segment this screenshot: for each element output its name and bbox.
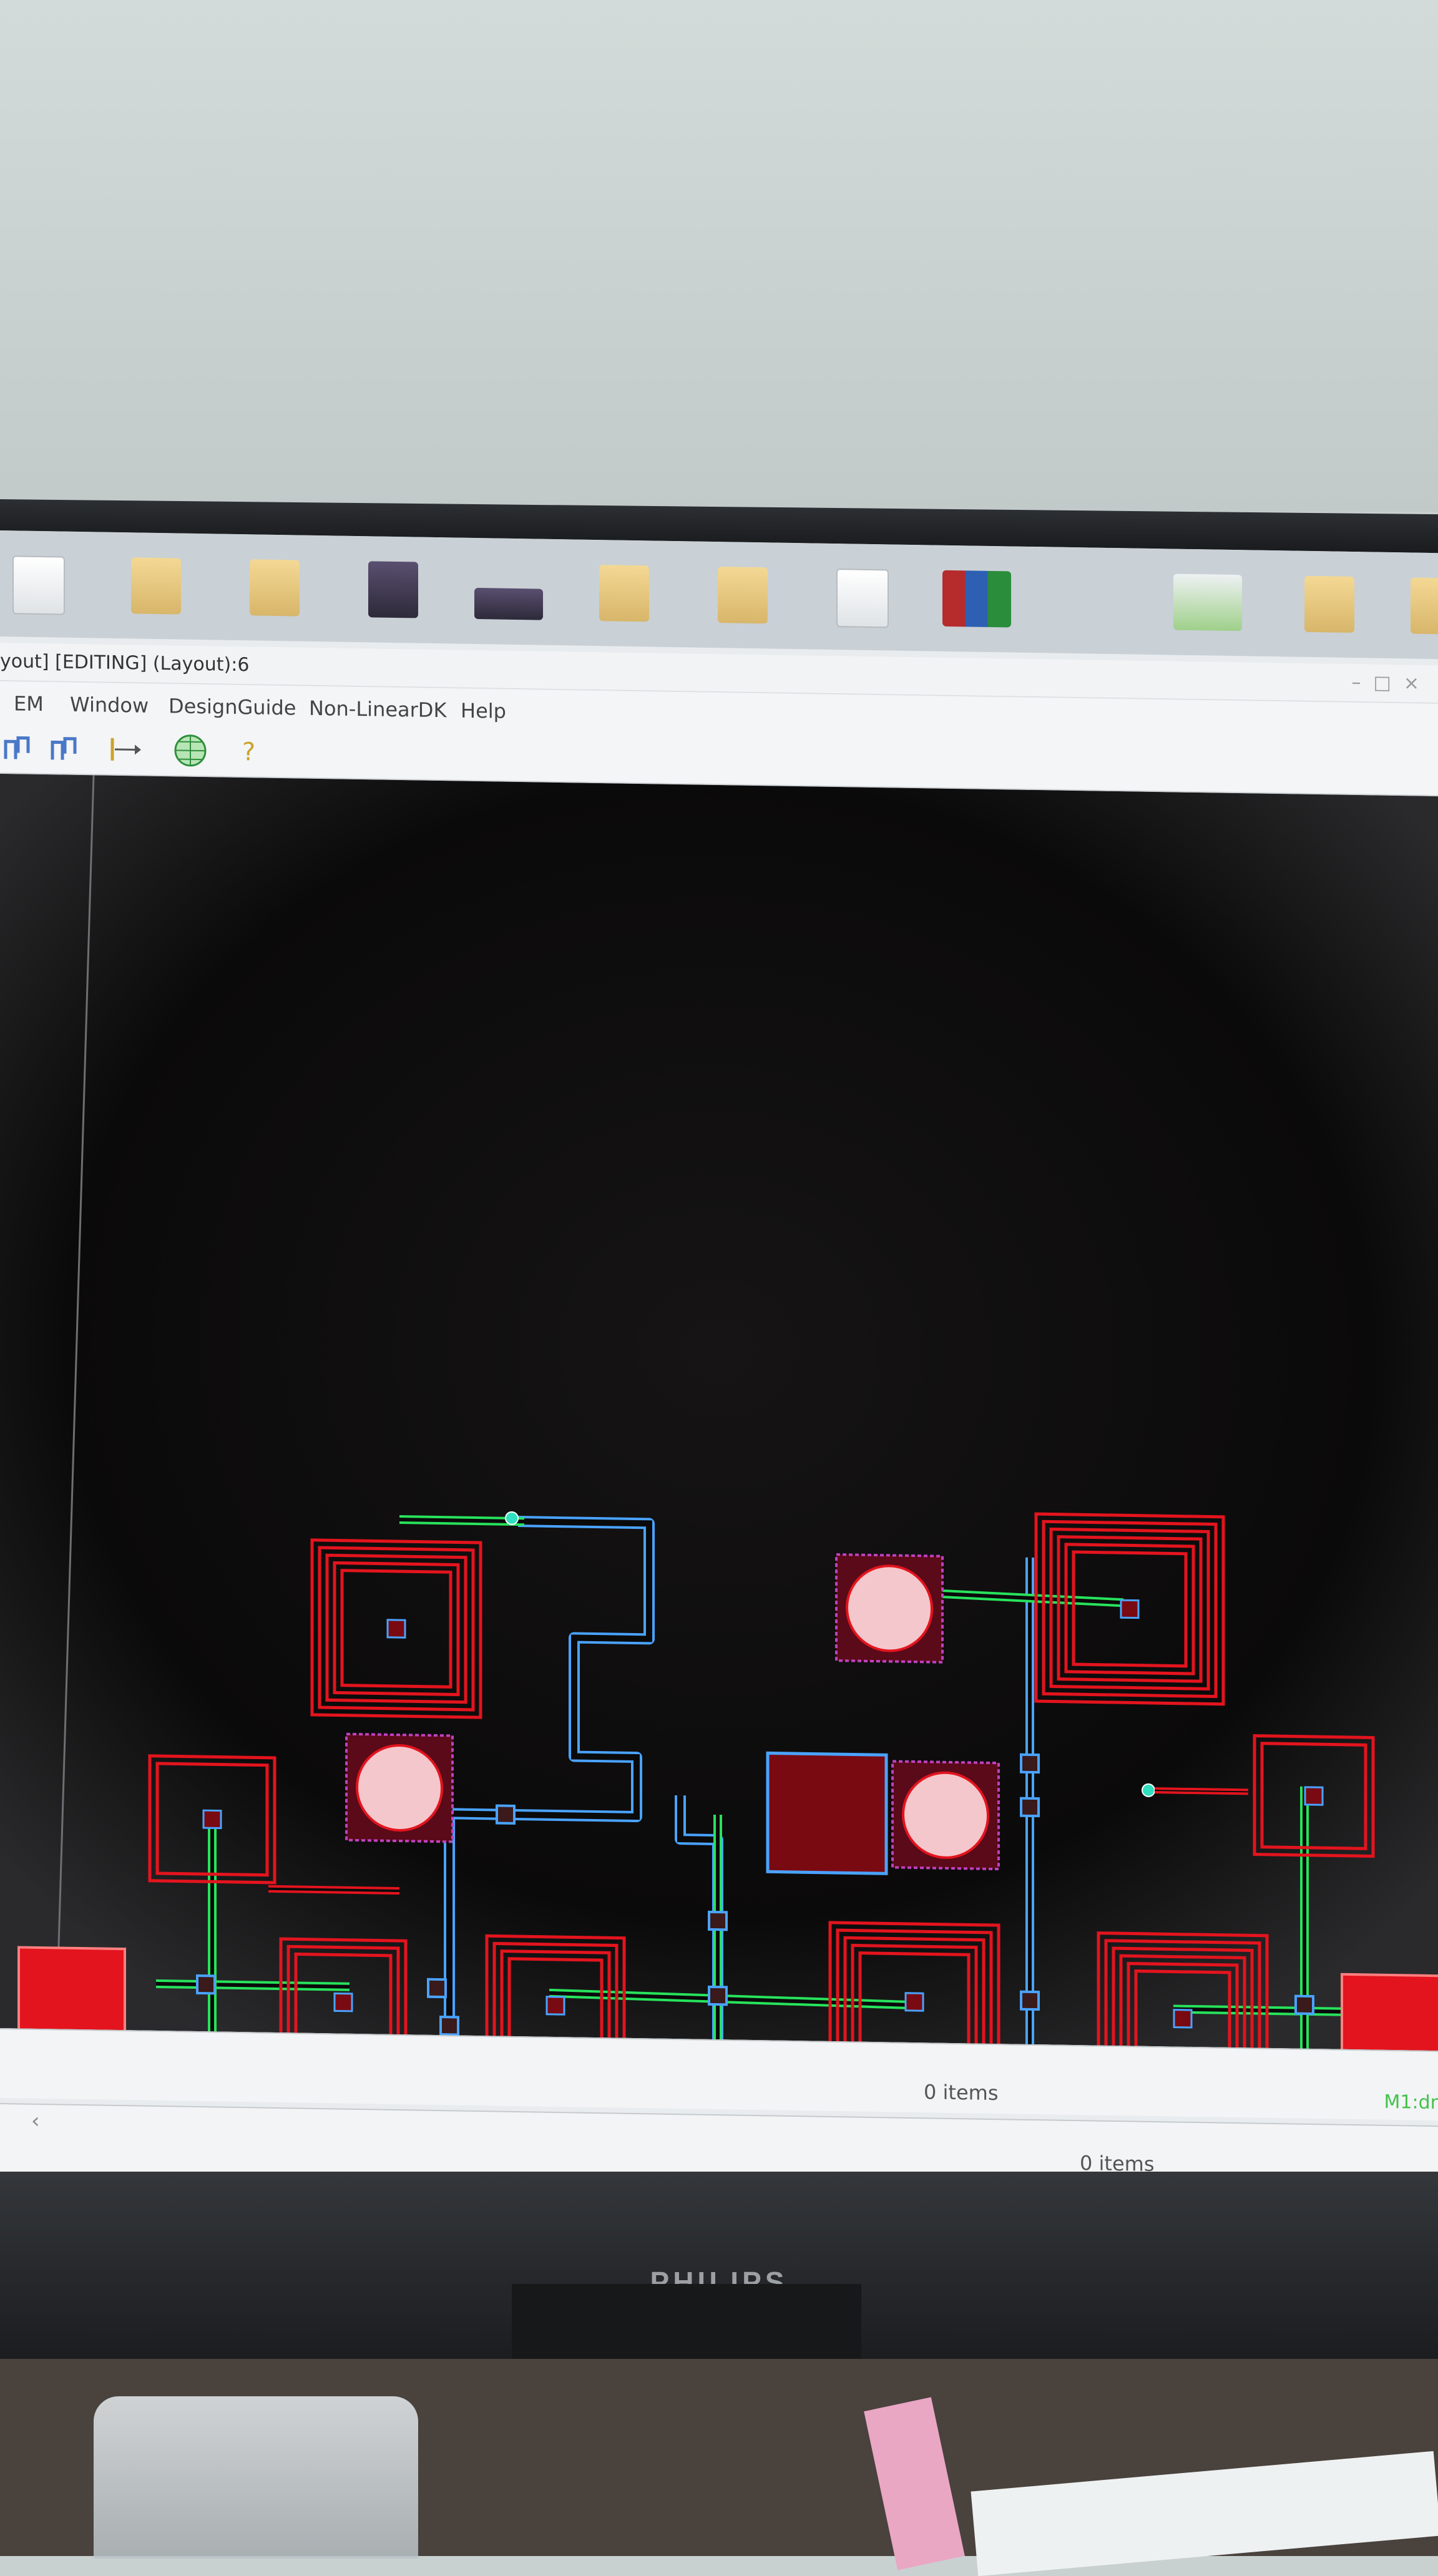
inductor-via[interactable] [202, 1809, 222, 1830]
inductor-via[interactable] [1120, 1599, 1140, 1619]
wall-background [0, 0, 1438, 512]
inductor-via[interactable] [904, 1992, 924, 2012]
via[interactable] [196, 1974, 216, 1995]
inductor-via[interactable] [1173, 2009, 1193, 2029]
layout-drawing[interactable] [0, 774, 1438, 2051]
folder-icon[interactable] [1304, 575, 1354, 633]
app-icon[interactable] [368, 561, 418, 618]
via[interactable] [496, 1804, 516, 1825]
via[interactable] [708, 1985, 728, 2006]
capacitor-disc[interactable] [902, 1771, 989, 1859]
globe-icon[interactable] [169, 734, 212, 767]
menu-window[interactable]: Window [70, 693, 149, 718]
transmission-line-core[interactable] [1173, 2007, 1342, 2014]
via[interactable] [439, 2016, 459, 2036]
port-marker[interactable] [505, 1511, 519, 1525]
folder-icon[interactable] [250, 559, 300, 617]
desktop-taskbar [0, 530, 1438, 660]
monitor-screen: yout] [EDITING] (Layout):6 –□× EM Window… [0, 530, 1438, 2201]
window-controls: –□× [1352, 671, 1432, 695]
via[interactable] [1020, 1990, 1040, 2011]
via[interactable] [1020, 1753, 1040, 1774]
menu-help[interactable]: Help [461, 699, 506, 723]
item-count: 0 items [924, 2080, 999, 2105]
printer-icon[interactable] [1173, 573, 1242, 632]
layout-tool-2-icon[interactable] [47, 732, 84, 765]
help-icon[interactable]: ? [234, 735, 265, 768]
layout-tool-icon[interactable] [0, 731, 37, 764]
inductor-via[interactable] [333, 1992, 353, 2012]
plastic-jar [94, 2396, 418, 2559]
via[interactable] [427, 1978, 447, 1999]
via[interactable] [1020, 1797, 1040, 1818]
chevron-left-icon[interactable]: ‹ [31, 2109, 40, 2134]
port-marker[interactable] [1142, 1783, 1155, 1797]
capacitor-disc[interactable] [846, 1564, 933, 1652]
document-icon[interactable] [836, 568, 889, 628]
folder-icon[interactable] [1411, 577, 1438, 635]
folder-icon[interactable] [718, 567, 768, 624]
inductor-via[interactable] [386, 1619, 406, 1639]
document-icon[interactable] [12, 555, 65, 615]
layout-canvas[interactable] [0, 774, 1438, 2051]
insert-port-icon[interactable] [106, 733, 144, 766]
window-title: yout] [EDITING] (Layout):6 [0, 650, 250, 676]
capacitor-disc[interactable] [356, 1744, 443, 1832]
port-pad[interactable] [1341, 1973, 1438, 2051]
menu-designguide[interactable]: DesignGuide [169, 694, 296, 720]
winrar-icon[interactable] [942, 570, 1011, 628]
folder-icon[interactable] [599, 565, 649, 622]
image-file-icon[interactable] [474, 587, 543, 620]
minimize-button[interactable]: – [1352, 671, 1374, 694]
inductor-via[interactable] [545, 1996, 565, 2016]
resistor-pad[interactable] [766, 1751, 888, 1875]
inductor-via[interactable] [1304, 1786, 1324, 1806]
folder-icon[interactable] [131, 557, 181, 615]
via[interactable] [708, 1910, 728, 1931]
via[interactable] [1294, 1994, 1314, 2016]
menu-em[interactable]: EM [14, 691, 44, 716]
svg-text:?: ? [242, 738, 255, 766]
layer-indicator: M1:dr [1384, 2091, 1438, 2114]
menu-nonlineardk[interactable]: Non-LinearDK [309, 696, 446, 722]
close-button[interactable]: × [1404, 672, 1432, 695]
maximize-button[interactable]: □ [1374, 672, 1404, 695]
